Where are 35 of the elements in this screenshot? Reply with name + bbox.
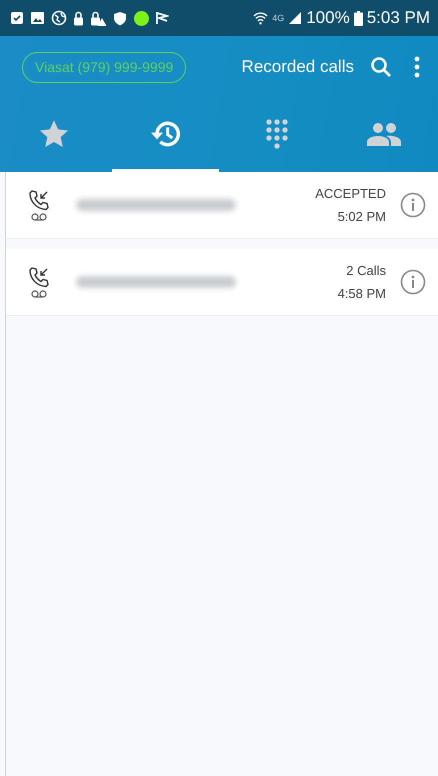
star-icon bbox=[38, 118, 70, 148]
call-log-row[interactable]: ACCEPTED 5:02 PM bbox=[6, 172, 438, 239]
lock-warning-icon bbox=[90, 10, 107, 26]
call-log-row[interactable]: 2 Calls 4:58 PM bbox=[6, 249, 438, 316]
info-icon bbox=[400, 192, 426, 218]
status-dot-icon bbox=[134, 10, 149, 26]
battery-percent: 100% bbox=[306, 8, 350, 28]
call-status: ACCEPTED bbox=[315, 186, 386, 201]
network-type: 4G bbox=[272, 13, 284, 23]
info-icon bbox=[400, 269, 426, 295]
lock-icon bbox=[73, 10, 84, 26]
signal-icon bbox=[288, 11, 302, 25]
search-icon bbox=[370, 56, 392, 78]
image-icon bbox=[30, 11, 45, 25]
incoming-call-icon bbox=[28, 189, 50, 211]
wifi-icon bbox=[253, 11, 268, 25]
incoming-call-icon bbox=[28, 266, 50, 288]
info-button[interactable] bbox=[400, 192, 426, 218]
call-time: 4:58 PM bbox=[338, 286, 386, 301]
info-button[interactable] bbox=[400, 269, 426, 295]
battery-icon bbox=[354, 10, 363, 26]
contacts-icon bbox=[366, 122, 402, 146]
voicemail-icon bbox=[31, 290, 47, 298]
shield-icon bbox=[113, 10, 128, 26]
globe-icon bbox=[51, 10, 67, 26]
checklist-icon bbox=[10, 11, 24, 25]
flag-icon bbox=[155, 11, 169, 25]
call-time: 5:02 PM bbox=[338, 209, 386, 224]
dialpad-icon bbox=[264, 118, 289, 150]
call-status: 2 Calls bbox=[346, 263, 386, 278]
menu-icon bbox=[414, 56, 420, 78]
screen-title: Recorded calls bbox=[242, 57, 354, 77]
history-icon bbox=[149, 118, 182, 148]
clock: 5:03 PM bbox=[366, 8, 430, 28]
voicemail-icon bbox=[31, 213, 47, 221]
